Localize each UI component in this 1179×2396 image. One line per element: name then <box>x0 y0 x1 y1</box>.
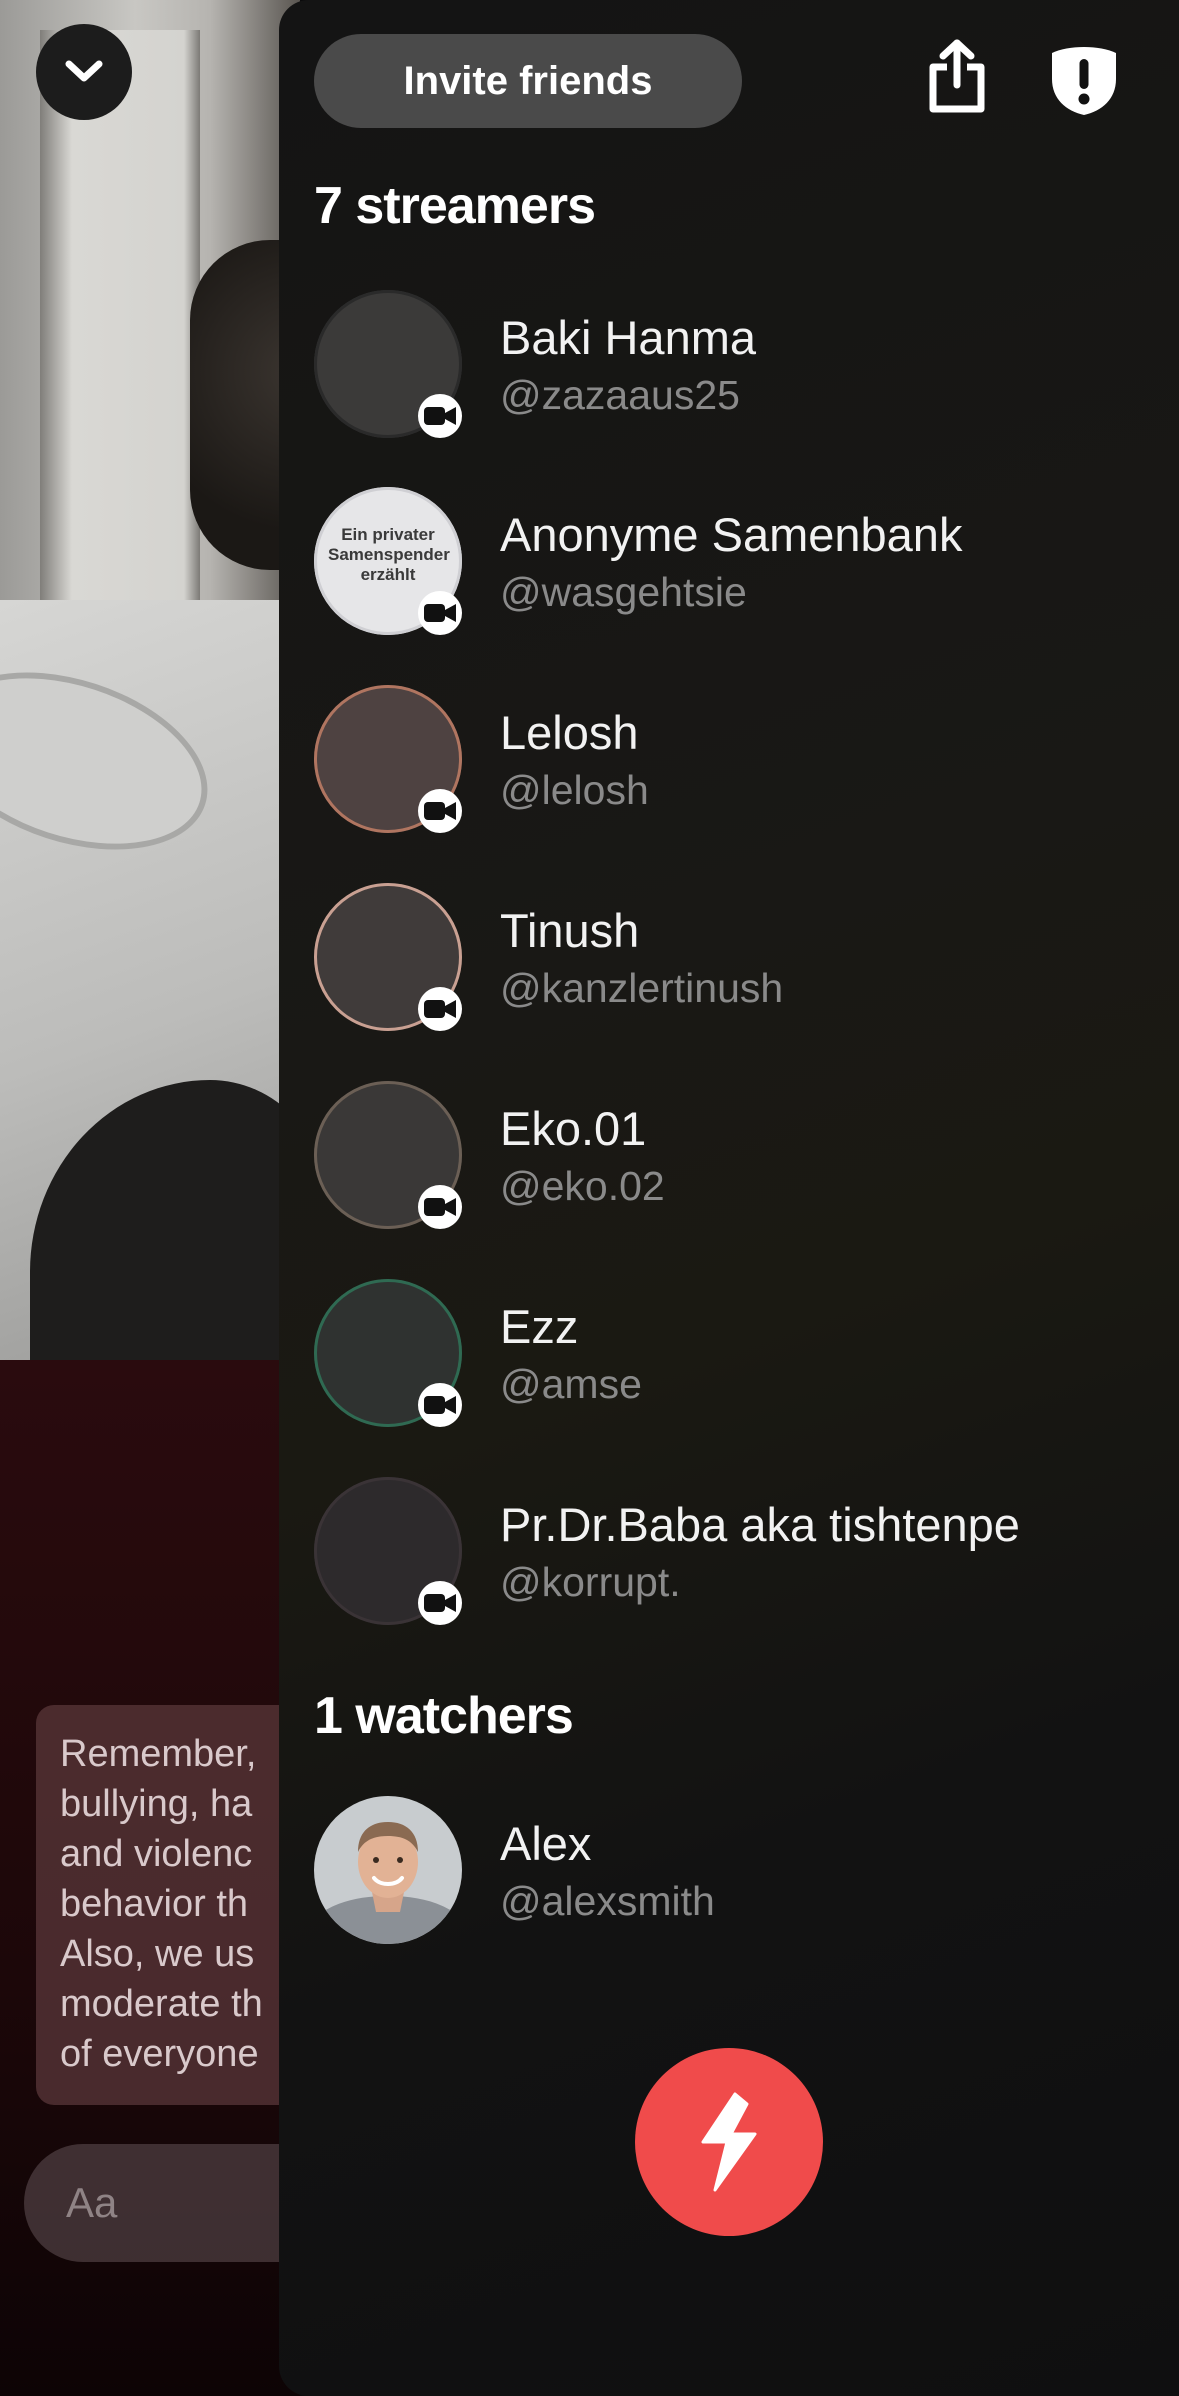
streamer-name: Pr.Dr.Baba aka tishtenpe <box>500 1498 1020 1551</box>
video-camera-badge <box>418 789 462 833</box>
boost-button[interactable] <box>635 2048 823 2236</box>
streamer-name: Eko.01 <box>500 1102 647 1155</box>
video-camera-badge <box>418 1185 462 1229</box>
streamer-handle: @kanzlertinush <box>500 965 784 1011</box>
streamer-name: Ezz <box>500 1300 579 1353</box>
report-button[interactable] <box>1049 44 1119 118</box>
chevron-down-icon <box>65 60 103 82</box>
watcher-row[interactable]: Alex @alexsmith <box>314 1796 1154 1946</box>
video-camera-icon <box>424 604 456 622</box>
watcher-handle: @alexsmith <box>500 1878 715 1924</box>
video-camera-icon <box>424 802 456 820</box>
collapse-button[interactable] <box>36 24 132 120</box>
video-camera-icon <box>424 1000 456 1018</box>
video-camera-badge <box>418 394 462 438</box>
streamer-name: Anonyme Samenbank <box>500 508 963 561</box>
streamer-row[interactable]: Lelosh @lelosh <box>314 685 1154 835</box>
invite-friends-button[interactable]: Invite friends <box>314 34 742 128</box>
streamer-handle: @amse <box>500 1361 642 1407</box>
streamer-row[interactable]: Tinush @kanzlertinush <box>314 883 1154 1033</box>
video-camera-icon <box>424 1198 456 1216</box>
streamer-handle: @eko.02 <box>500 1163 665 1209</box>
share-button[interactable] <box>922 34 992 118</box>
streamer-row[interactable]: Baki Hanma @zazaaus25 <box>314 290 1154 440</box>
notice-text: Remember, bullying, ha and violenc behav… <box>60 1733 263 2075</box>
avatar <box>314 1796 462 1944</box>
watcher-name: Alex <box>500 1817 592 1870</box>
video-camera-icon <box>424 1594 456 1612</box>
streamer-row[interactable]: Ezz @amse <box>314 1279 1154 1429</box>
streamer-handle: @wasgehtsie <box>500 569 747 615</box>
video-feed-2 <box>0 600 330 1400</box>
share-icon <box>929 39 985 113</box>
watchers-heading: 1 watchers <box>314 1687 574 1745</box>
video-camera-icon <box>424 407 456 425</box>
participants-drawer: Invite friends 7 streamers Baki Hanma @za… <box>279 0 1179 2396</box>
streamer-name: Lelosh <box>500 706 639 759</box>
video-camera-badge <box>418 1581 462 1625</box>
watcher-avatar-photo <box>314 1796 462 1944</box>
streamer-name: Baki Hanma <box>500 311 756 364</box>
streamer-handle: @zazaaus25 <box>500 372 740 418</box>
streamer-name: Tinush <box>500 904 640 957</box>
feed-ceiling-lamp <box>0 640 231 882</box>
streamer-row[interactable]: Ein privater Samenspender erzählt Anonyme… <box>314 487 1154 637</box>
streamer-row[interactable]: Pr.Dr.Baba aka tishtenpe @korrupt. <box>314 1477 1154 1627</box>
message-input[interactable] <box>64 2174 268 2232</box>
streamer-handle: @korrupt. <box>500 1559 681 1605</box>
video-camera-badge <box>418 987 462 1031</box>
bolt-icon <box>701 2092 757 2192</box>
video-camera-badge <box>418 591 462 635</box>
video-camera-icon <box>424 1396 456 1414</box>
streamers-heading: 7 streamers <box>314 177 596 235</box>
shield-alert-icon <box>1052 47 1116 115</box>
video-camera-badge <box>418 1383 462 1427</box>
streamer-row[interactable]: Eko.01 @eko.02 <box>314 1081 1154 1231</box>
streamer-handle: @lelosh <box>500 767 649 813</box>
